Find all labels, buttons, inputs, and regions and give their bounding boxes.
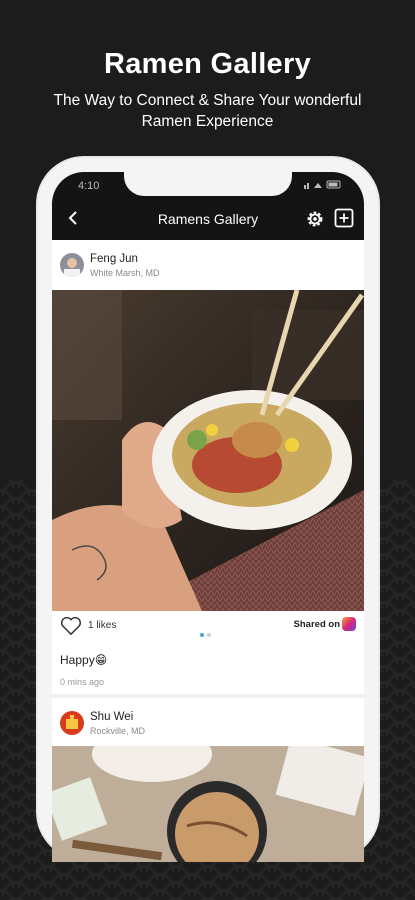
carousel-dot[interactable] — [207, 633, 211, 637]
phone-frame: 4:10 Ramens Gallery Feng Jun White Marsh… — [38, 158, 378, 862]
settings-button[interactable] — [304, 208, 326, 230]
poster-name[interactable]: Feng Jun — [90, 253, 138, 265]
status-time: 4:10 — [78, 180, 100, 192]
okonomiyaki-photo — [52, 746, 364, 862]
nav-bar: Ramens Gallery — [52, 198, 364, 240]
instagram-icon[interactable] — [342, 617, 356, 631]
post-photo[interactable] — [52, 746, 364, 862]
add-post-button[interactable] — [334, 208, 354, 228]
shared-on-label: Shared on — [293, 619, 340, 630]
like-button[interactable] — [60, 616, 82, 636]
post-photo[interactable] — [52, 290, 364, 611]
heart-icon — [61, 616, 81, 636]
signal-wifi-battery-icon — [304, 180, 341, 189]
status-icons — [304, 179, 342, 192]
page-title: Ramens Gallery — [157, 211, 259, 227]
carousel-dot-active[interactable] — [200, 633, 204, 637]
post-time: 0 mins ago — [60, 677, 105, 687]
poster-location: White Marsh, MD — [90, 268, 160, 278]
add-square-icon — [334, 208, 354, 228]
post-actions: 1 likes Shared on — [52, 611, 364, 641]
phone-notch — [124, 172, 292, 196]
gear-icon — [307, 211, 323, 227]
post-header: Feng Jun White Marsh, MD — [52, 240, 364, 290]
poster-name[interactable]: Shu Wei — [90, 711, 133, 723]
hero-subtitle: The Way to Connect & Share Your wonderfu… — [53, 92, 362, 130]
post-caption: Happy😁 — [60, 653, 108, 667]
status-bar: 4:10 — [52, 172, 364, 198]
chevron-left-icon — [68, 211, 77, 225]
poster-location: Rockville, MD — [90, 726, 146, 736]
ramen-bowl-photo — [52, 290, 364, 611]
carousel-dots — [200, 624, 214, 642]
avatar[interactable] — [60, 253, 84, 277]
hero-title: Ramen Gallery — [104, 48, 311, 80]
back-button[interactable] — [62, 206, 86, 230]
post-header: Shu Wei Rockville, MD — [52, 698, 364, 746]
app-screen: 4:10 Ramens Gallery Feng Jun White Marsh… — [52, 172, 364, 862]
avatar[interactable] — [60, 711, 84, 735]
likes-count[interactable]: 1 likes — [88, 620, 116, 631]
